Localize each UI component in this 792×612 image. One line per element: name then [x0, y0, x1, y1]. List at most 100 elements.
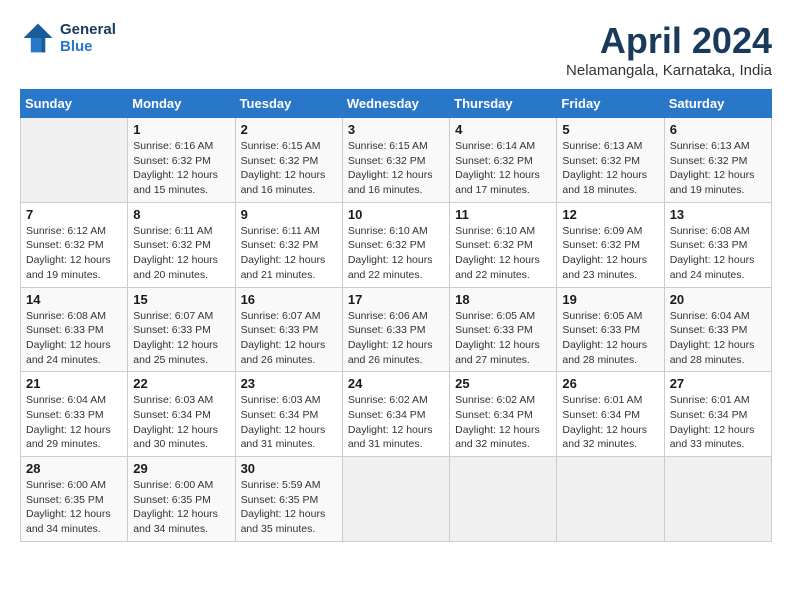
calendar-cell	[450, 457, 557, 542]
week-row-2: 7 Sunrise: 6:12 AM Sunset: 6:32 PM Daylig…	[21, 202, 772, 287]
day-info: Sunrise: 6:11 AM Sunset: 6:32 PM Dayligh…	[133, 224, 229, 283]
day-number: 20	[670, 292, 766, 307]
day-number: 28	[26, 461, 122, 476]
calendar-cell: 16Sunrise: 6:07 AM Sunset: 6:33 PM Dayli…	[235, 287, 342, 372]
day-info: Sunrise: 6:09 AM Sunset: 6:32 PM Dayligh…	[562, 224, 658, 283]
weekday-tuesday: Tuesday	[235, 90, 342, 118]
day-number: 1	[133, 122, 229, 137]
day-info: Sunrise: 6:02 AM Sunset: 6:34 PM Dayligh…	[348, 393, 444, 452]
week-row-3: 14Sunrise: 6:08 AM Sunset: 6:33 PM Dayli…	[21, 287, 772, 372]
calendar-cell: 15 Sunrise: 6:07 AM Sunset: 6:33 PM Dayli…	[128, 287, 235, 372]
calendar-cell: 4 Sunrise: 6:14 AM Sunset: 6:32 PM Daylig…	[450, 118, 557, 203]
week-row-5: 28 Sunrise: 6:00 AM Sunset: 6:35 PM Dayli…	[21, 457, 772, 542]
day-number: 24	[348, 376, 444, 391]
day-info: Sunrise: 6:03 AM Sunset: 6:34 PM Dayligh…	[241, 393, 337, 452]
calendar-cell: 27 Sunrise: 6:01 AM Sunset: 6:34 PM Dayli…	[664, 372, 771, 457]
day-number: 17	[348, 292, 444, 307]
day-number: 21	[26, 376, 122, 391]
calendar-cell	[557, 457, 664, 542]
day-number: 30	[241, 461, 337, 476]
calendar-cell: 8Sunrise: 6:11 AM Sunset: 6:32 PM Daylig…	[128, 202, 235, 287]
calendar-cell: 7 Sunrise: 6:12 AM Sunset: 6:32 PM Daylig…	[21, 202, 128, 287]
calendar-cell: 3Sunrise: 6:15 AM Sunset: 6:32 PM Daylig…	[342, 118, 449, 203]
day-info: Sunrise: 6:11 AM Sunset: 6:32 PM Dayligh…	[241, 224, 337, 283]
day-number: 14	[26, 292, 122, 307]
calendar-cell: 25 Sunrise: 6:02 AM Sunset: 6:34 PM Dayli…	[450, 372, 557, 457]
calendar-cell: 21Sunrise: 6:04 AM Sunset: 6:33 PM Dayli…	[21, 372, 128, 457]
calendar-cell: 9 Sunrise: 6:11 AM Sunset: 6:32 PM Daylig…	[235, 202, 342, 287]
day-number: 16	[241, 292, 337, 307]
month-title: April 2024	[566, 20, 772, 62]
weekday-friday: Friday	[557, 90, 664, 118]
logo-icon	[20, 20, 56, 56]
weekday-wednesday: Wednesday	[342, 90, 449, 118]
day-number: 23	[241, 376, 337, 391]
day-number: 27	[670, 376, 766, 391]
calendar-cell: 11Sunrise: 6:10 AM Sunset: 6:32 PM Dayli…	[450, 202, 557, 287]
weekday-header-row: SundayMondayTuesdayWednesdayThursdayFrid…	[21, 90, 772, 118]
day-number: 10	[348, 207, 444, 222]
calendar-cell: 13Sunrise: 6:08 AM Sunset: 6:33 PM Dayli…	[664, 202, 771, 287]
calendar-cell: 19Sunrise: 6:05 AM Sunset: 6:33 PM Dayli…	[557, 287, 664, 372]
day-number: 25	[455, 376, 551, 391]
calendar-cell: 10 Sunrise: 6:10 AM Sunset: 6:32 PM Dayli…	[342, 202, 449, 287]
day-number: 4	[455, 122, 551, 137]
weekday-saturday: Saturday	[664, 90, 771, 118]
day-info: Sunrise: 6:01 AM Sunset: 6:34 PM Dayligh…	[562, 393, 658, 452]
calendar-cell: 17Sunrise: 6:06 AM Sunset: 6:33 PM Dayli…	[342, 287, 449, 372]
calendar-cell: 18Sunrise: 6:05 AM Sunset: 6:33 PM Dayli…	[450, 287, 557, 372]
day-info: Sunrise: 6:10 AM Sunset: 6:32 PM Dayligh…	[348, 224, 444, 283]
logo-text: General Blue	[60, 21, 116, 55]
day-info: Sunrise: 6:07 AM Sunset: 6:33 PM Dayligh…	[133, 309, 229, 368]
calendar-cell: 28 Sunrise: 6:00 AM Sunset: 6:35 PM Dayli…	[21, 457, 128, 542]
day-number: 2	[241, 122, 337, 137]
calendar-cell: 23 Sunrise: 6:03 AM Sunset: 6:34 PM Dayli…	[235, 372, 342, 457]
location: Nelamangala, Karnataka, India	[566, 62, 772, 79]
day-info: Sunrise: 6:00 AM Sunset: 6:35 PM Dayligh…	[26, 478, 122, 537]
day-info: Sunrise: 6:13 AM Sunset: 6:32 PM Dayligh…	[562, 139, 658, 198]
day-number: 15	[133, 292, 229, 307]
week-row-4: 21Sunrise: 6:04 AM Sunset: 6:33 PM Dayli…	[21, 372, 772, 457]
calendar-cell	[664, 457, 771, 542]
calendar-cell: 29 Sunrise: 6:00 AM Sunset: 6:35 PM Dayli…	[128, 457, 235, 542]
day-info: Sunrise: 5:59 AM Sunset: 6:35 PM Dayligh…	[241, 478, 337, 537]
calendar-cell: 22Sunrise: 6:03 AM Sunset: 6:34 PM Dayli…	[128, 372, 235, 457]
day-info: Sunrise: 6:13 AM Sunset: 6:32 PM Dayligh…	[670, 139, 766, 198]
calendar-table: SundayMondayTuesdayWednesdayThursdayFrid…	[20, 89, 772, 542]
day-info: Sunrise: 6:08 AM Sunset: 6:33 PM Dayligh…	[670, 224, 766, 283]
day-number: 12	[562, 207, 658, 222]
calendar-cell: 24 Sunrise: 6:02 AM Sunset: 6:34 PM Dayli…	[342, 372, 449, 457]
day-number: 5	[562, 122, 658, 137]
calendar-cell: 26 Sunrise: 6:01 AM Sunset: 6:34 PM Dayli…	[557, 372, 664, 457]
day-number: 18	[455, 292, 551, 307]
day-number: 26	[562, 376, 658, 391]
day-info: Sunrise: 6:02 AM Sunset: 6:34 PM Dayligh…	[455, 393, 551, 452]
calendar-cell	[342, 457, 449, 542]
day-number: 7	[26, 207, 122, 222]
day-number: 19	[562, 292, 658, 307]
day-info: Sunrise: 6:01 AM Sunset: 6:34 PM Dayligh…	[670, 393, 766, 452]
weekday-monday: Monday	[128, 90, 235, 118]
day-info: Sunrise: 6:03 AM Sunset: 6:34 PM Dayligh…	[133, 393, 229, 452]
day-info: Sunrise: 6:12 AM Sunset: 6:32 PM Dayligh…	[26, 224, 122, 283]
calendar-cell: 1 Sunrise: 6:16 AM Sunset: 6:32 PM Daylig…	[128, 118, 235, 203]
day-info: Sunrise: 6:00 AM Sunset: 6:35 PM Dayligh…	[133, 478, 229, 537]
calendar-cell: 20 Sunrise: 6:04 AM Sunset: 6:33 PM Dayli…	[664, 287, 771, 372]
day-info: Sunrise: 6:14 AM Sunset: 6:32 PM Dayligh…	[455, 139, 551, 198]
day-info: Sunrise: 6:16 AM Sunset: 6:32 PM Dayligh…	[133, 139, 229, 198]
day-number: 6	[670, 122, 766, 137]
day-number: 29	[133, 461, 229, 476]
week-row-1: 1 Sunrise: 6:16 AM Sunset: 6:32 PM Daylig…	[21, 118, 772, 203]
calendar-cell: 2Sunrise: 6:15 AM Sunset: 6:32 PM Daylig…	[235, 118, 342, 203]
calendar-cell: 30 Sunrise: 5:59 AM Sunset: 6:35 PM Dayli…	[235, 457, 342, 542]
calendar-cell: 12 Sunrise: 6:09 AM Sunset: 6:32 PM Dayli…	[557, 202, 664, 287]
calendar-cell: 6 Sunrise: 6:13 AM Sunset: 6:32 PM Daylig…	[664, 118, 771, 203]
day-info: Sunrise: 6:10 AM Sunset: 6:32 PM Dayligh…	[455, 224, 551, 283]
calendar-cell: 5 Sunrise: 6:13 AM Sunset: 6:32 PM Daylig…	[557, 118, 664, 203]
title-area: April 2024 Nelamangala, Karnataka, India	[566, 20, 772, 79]
day-number: 9	[241, 207, 337, 222]
calendar-body: 1 Sunrise: 6:16 AM Sunset: 6:32 PM Daylig…	[21, 118, 772, 542]
logo: General Blue	[20, 20, 116, 56]
day-info: Sunrise: 6:04 AM Sunset: 6:33 PM Dayligh…	[670, 309, 766, 368]
weekday-sunday: Sunday	[21, 90, 128, 118]
